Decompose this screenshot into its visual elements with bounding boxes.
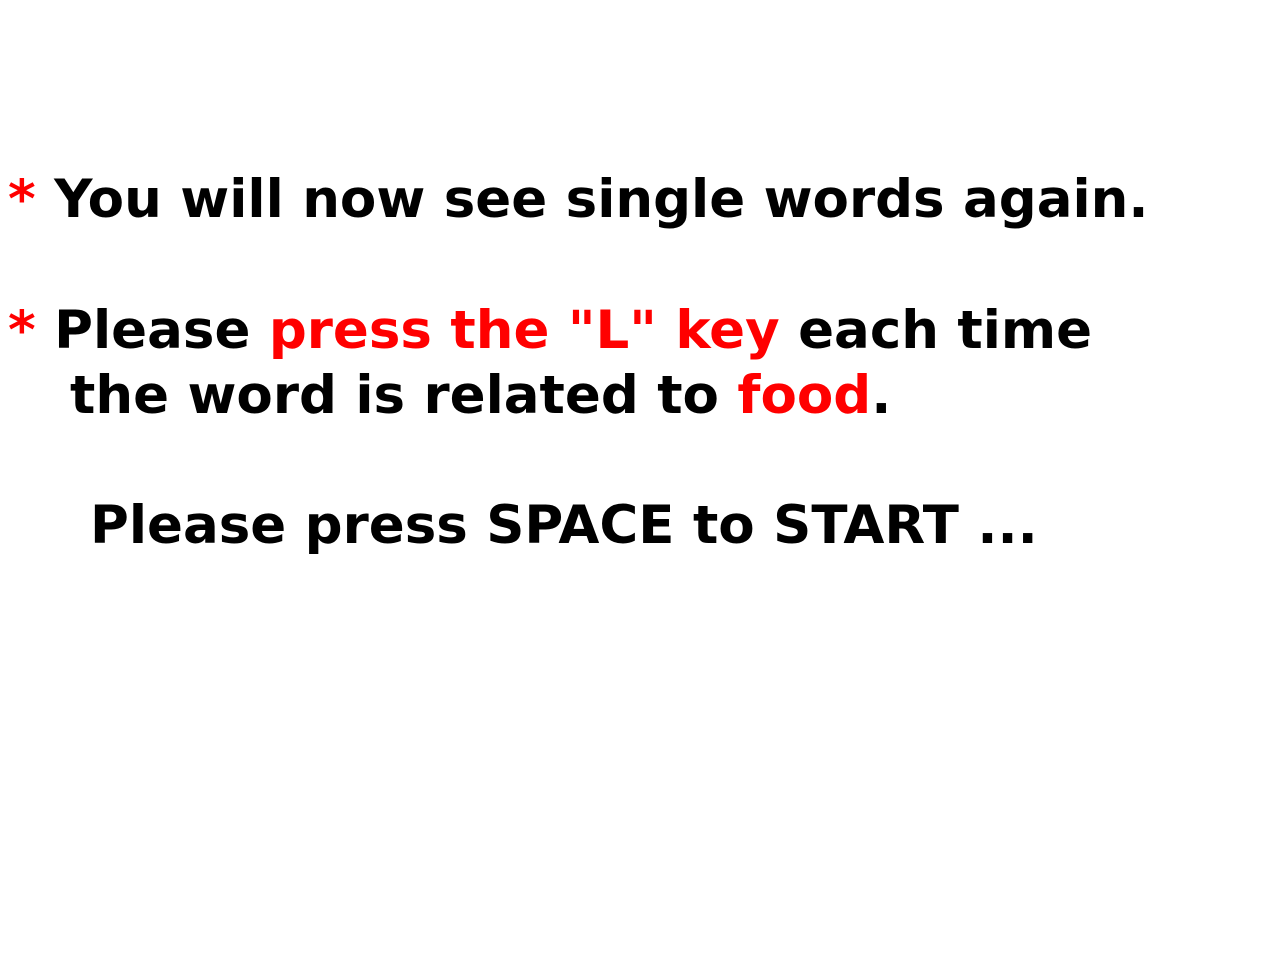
bullet-asterisk: * xyxy=(8,169,36,230)
instruction-text: You will now see single words again. xyxy=(35,169,1149,230)
key-instruction-highlight: press the "L" key xyxy=(268,300,780,361)
instruction-text: the word is related to xyxy=(70,365,738,426)
instruction-line-3: the word is related to food. xyxy=(70,366,891,426)
category-highlight: food xyxy=(737,365,872,426)
instruction-text: each time xyxy=(779,300,1093,361)
bullet-asterisk: * xyxy=(8,300,36,361)
start-prompt: Please press SPACE to START ... xyxy=(90,495,1038,556)
instruction-screen: * You will now see single words again. *… xyxy=(0,0,1280,960)
instruction-text: Please xyxy=(35,300,269,361)
instruction-line-1: * You will now see single words again. xyxy=(8,170,1149,230)
instruction-line-2: * Please press the "L" key each time xyxy=(8,301,1092,361)
instruction-text: . xyxy=(871,365,892,426)
